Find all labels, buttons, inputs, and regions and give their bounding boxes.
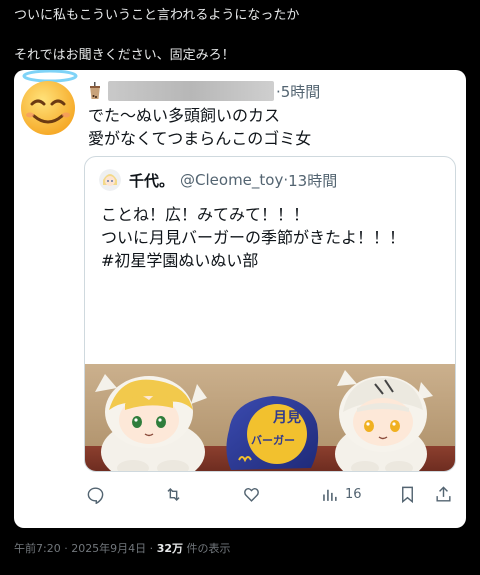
reply-body: でた〜ぬい多頭飼いのカス 愛がなくてつまらんこのゴミ女 [88,104,311,150]
quote-time[interactable]: 13時間 [288,170,337,191]
views-icon [323,489,337,501]
quote-photo[interactable]: 月見 バーガー [85,364,456,472]
like-button[interactable] [242,482,261,506]
post-meta: 午前7:20 · 2025年9月4日 · 32万 件の表示 [14,540,231,556]
share-icon [436,485,451,502]
bag-text-tsukimi: 月見 [272,410,301,426]
post-line-1: ついに私もこういうこと言われるようになったか [14,8,300,23]
views-button[interactable]: 16 [320,482,362,506]
reply-line-1: でた〜ぬい多頭飼いのカス [88,106,281,125]
post-timestamp[interactable]: 午前7:20 · 2025年9月4日 · [14,542,157,555]
quote-avatar[interactable] [99,169,121,191]
share-button[interactable] [434,482,453,506]
bookmark-icon [402,486,413,503]
quote-line-1: ことね！広！みてみて！！！ [101,205,310,224]
retweet-button[interactable] [164,482,183,506]
redacted-username [108,81,274,101]
view-label: 件の表示 [183,542,231,555]
bookmark-button[interactable] [398,482,417,506]
views-count: 16 [345,486,362,502]
quote-handle[interactable]: @Cleome_toy [180,171,283,189]
view-count: 32万 [156,542,183,555]
drink-cup-icon [90,82,100,99]
post-line-2: それではお聞きください、固定みろ！ [14,48,235,63]
quote-body: ことね！広！みてみて！！！ ついに月見バーガーの季節がきたよ！！！ #初星学園ぬ… [101,203,405,272]
quote-display-name[interactable]: 千代。 [129,170,174,191]
reply-icon [87,486,104,504]
angel-emoji-avatar [21,70,78,135]
quoted-post[interactable]: 千代。 @Cleome_toy · 13時間 ことね！広！みてみて！！！ ついに… [84,156,456,472]
retweet-icon [167,487,180,501]
reply-button[interactable] [86,482,105,506]
like-icon [244,487,259,502]
screenshot-card: ·5時間 でた〜ぬい多頭飼いのカス 愛がなくてつまらんこのゴミ女 千代。 @Cl… [14,70,466,528]
post-text: ついに私もこういうこと言われるようになったか それではお聞きください、固定みろ！ [14,6,466,66]
reply-line-2: 愛がなくてつまらんこのゴミ女 [88,129,312,148]
quote-hashtag[interactable]: #初星学園ぬいぬい部 [101,249,405,272]
action-bar: 16 [14,482,466,506]
reply-header: ·5時間 [88,80,320,102]
quote-header: 千代。 @Cleome_toy · 13時間 [99,169,337,191]
bag-text-burger: バーガー [251,433,295,447]
quote-line-2: ついに月見バーガーの季節がきたよ！！！ [101,228,406,247]
reply-time[interactable]: ·5時間 [276,81,320,102]
